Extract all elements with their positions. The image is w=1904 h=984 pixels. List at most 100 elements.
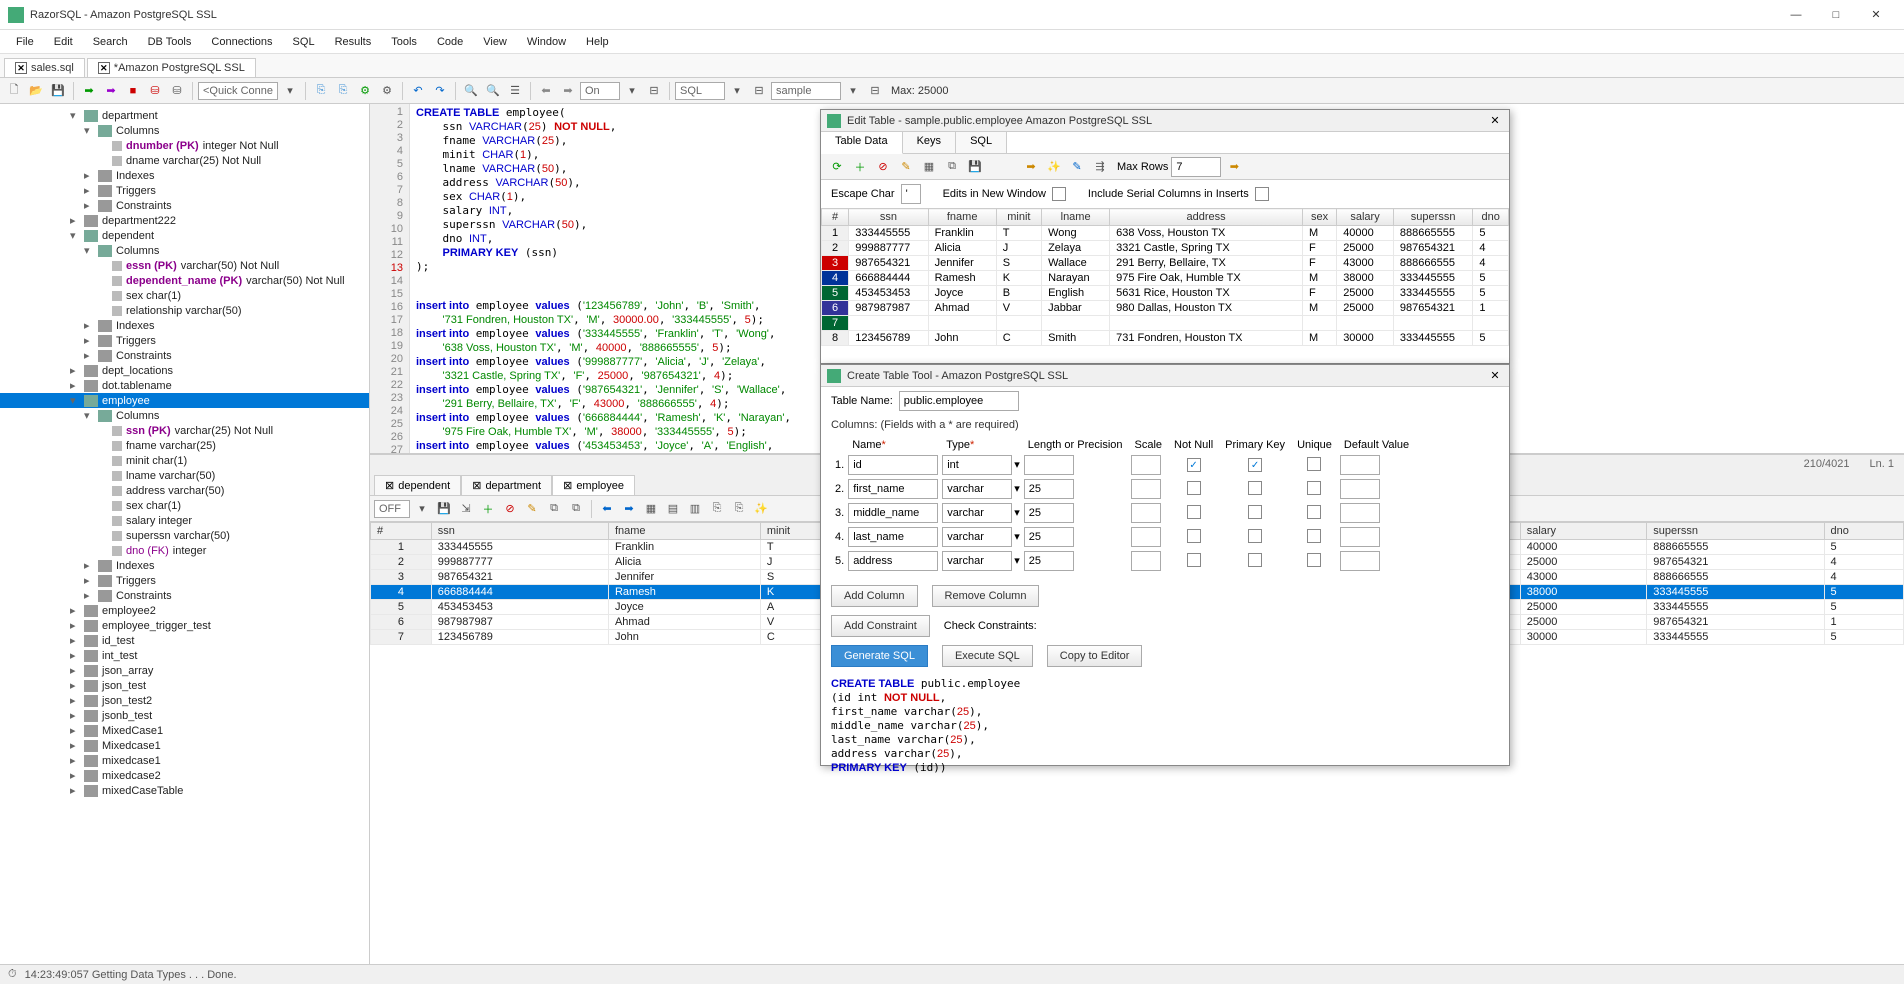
tree-item[interactable]: relationship varchar(50): [0, 303, 369, 318]
close-icon[interactable]: ✕: [1487, 113, 1503, 129]
column-header[interactable]: superssn: [1393, 209, 1472, 226]
tree-item[interactable]: address varchar(50): [0, 483, 369, 498]
table-row[interactable]: 6987987987AhmadVJabbar980 Dallas, Housto…: [822, 301, 1509, 316]
dropdown-icon[interactable]: ▾: [280, 81, 300, 101]
tree-toggle-icon[interactable]: ▸: [70, 724, 80, 737]
rt-export-icon[interactable]: ⇲: [456, 499, 476, 519]
length-input[interactable]: [1024, 455, 1074, 475]
column-name-input[interactable]: [848, 503, 938, 523]
tree-item[interactable]: dnumber (PK) integer Not Null: [0, 138, 369, 153]
table-row[interactable]: 4666884444RameshKNarayan975 Fire Oak, Hu…: [822, 271, 1509, 286]
tree-item[interactable]: salary integer: [0, 513, 369, 528]
create-table-dialog[interactable]: Create Table Tool - Amazon PostgreSQL SS…: [820, 364, 1510, 766]
table-cell[interactable]: 987987987: [849, 301, 928, 316]
table-cell[interactable]: T: [996, 226, 1041, 241]
tree-item[interactable]: ▸int_test: [0, 648, 369, 663]
tb-x3-icon[interactable]: ⊟: [865, 81, 885, 101]
db2-icon[interactable]: ⛁: [167, 81, 187, 101]
tree-toggle-icon[interactable]: ▸: [70, 754, 80, 767]
add-column-button[interactable]: Add Column: [831, 585, 918, 607]
table-cell[interactable]: Wong: [1042, 226, 1110, 241]
tree-item[interactable]: ▾dependent: [0, 228, 369, 243]
menu-file[interactable]: File: [6, 32, 44, 52]
table-cell[interactable]: 25000: [1337, 241, 1394, 256]
tree-toggle-icon[interactable]: ▸: [84, 169, 94, 182]
rt-link2-icon[interactable]: ⧉: [566, 499, 586, 519]
table-cell[interactable]: 453453453: [431, 600, 608, 615]
table-row[interactable]: 8123456789JohnCSmith731 Fondren, Houston…: [822, 331, 1509, 346]
rt-wand-icon[interactable]: ✨: [751, 499, 771, 519]
table-cell[interactable]: V: [996, 301, 1041, 316]
table-cell[interactable]: 1: [1824, 615, 1903, 630]
table-cell[interactable]: 25000: [1520, 615, 1647, 630]
column-header[interactable]: ssn: [849, 209, 928, 226]
dd3-icon[interactable]: ▾: [843, 81, 863, 101]
menu-sql[interactable]: SQL: [283, 32, 325, 52]
tree-item[interactable]: superssn varchar(50): [0, 528, 369, 543]
column-name-input[interactable]: [848, 455, 938, 475]
result-tab[interactable]: ⊠department: [461, 475, 552, 495]
table-cell[interactable]: English: [1042, 286, 1110, 301]
scale-input[interactable]: [1131, 503, 1161, 523]
table-cell[interactable]: 1: [1473, 301, 1509, 316]
tree-toggle-icon[interactable]: ▾: [84, 409, 94, 422]
table-cell[interactable]: 4: [1473, 241, 1509, 256]
column-header[interactable]: salary: [1520, 523, 1647, 540]
table-cell[interactable]: 333445555: [1393, 331, 1472, 346]
edit-table-dialog[interactable]: Edit Table - sample.public.employee Amaz…: [820, 109, 1510, 364]
table-cell[interactable]: 43000: [1520, 570, 1647, 585]
et-wand-icon[interactable]: ✨: [1044, 157, 1064, 177]
et-add-icon[interactable]: ＋: [850, 157, 870, 177]
table-cell[interactable]: 987654321: [849, 256, 928, 271]
table-cell[interactable]: John: [928, 331, 996, 346]
table-cell[interactable]: 5: [371, 600, 432, 615]
column-header[interactable]: salary: [1337, 209, 1394, 226]
table-cell[interactable]: C: [996, 331, 1041, 346]
escape-char-input[interactable]: [901, 184, 921, 204]
notnull-checkbox[interactable]: [1187, 553, 1201, 567]
column-header[interactable]: sex: [1303, 209, 1337, 226]
table-cell[interactable]: 888665555: [1647, 540, 1824, 555]
column-header[interactable]: fname: [928, 209, 996, 226]
table-cell[interactable]: 40000: [1337, 226, 1394, 241]
tree-toggle-icon[interactable]: ▾: [84, 124, 94, 137]
column-header[interactable]: fname: [608, 523, 760, 540]
table-cell[interactable]: 30000: [1520, 630, 1647, 645]
scale-input[interactable]: [1131, 527, 1161, 547]
tree-item[interactable]: ▾Columns: [0, 408, 369, 423]
table-cell[interactable]: [996, 316, 1041, 331]
tree-item[interactable]: ▸Indexes: [0, 558, 369, 573]
tree-toggle-icon[interactable]: ▸: [84, 334, 94, 347]
tree-toggle-icon[interactable]: ▸: [84, 184, 94, 197]
table-cell[interactable]: 888666555: [1393, 256, 1472, 271]
result-tab[interactable]: ⊠employee: [552, 475, 635, 495]
table-cell[interactable]: 333445555: [849, 226, 928, 241]
tree-item[interactable]: sex char(1): [0, 288, 369, 303]
length-input[interactable]: [1024, 551, 1074, 571]
table-cell[interactable]: 5: [1473, 286, 1509, 301]
table-cell[interactable]: 5: [1473, 226, 1509, 241]
table-cell[interactable]: 666884444: [431, 585, 608, 600]
table-cell[interactable]: 5: [1824, 540, 1903, 555]
menu-search[interactable]: Search: [83, 32, 138, 52]
table-cell[interactable]: F: [1303, 256, 1337, 271]
tree-toggle-icon[interactable]: ▸: [70, 679, 80, 692]
run-green-icon[interactable]: ➡: [79, 81, 99, 101]
tree-item[interactable]: ▸Indexes: [0, 318, 369, 333]
tree-item[interactable]: ▸Triggers: [0, 183, 369, 198]
table-cell[interactable]: S: [996, 256, 1041, 271]
tree-item[interactable]: sex char(1): [0, 498, 369, 513]
table-cell[interactable]: 888666555: [1647, 570, 1824, 585]
scale-input[interactable]: [1131, 551, 1161, 571]
generate-sql-button[interactable]: Generate SQL: [831, 645, 928, 667]
unique-checkbox[interactable]: [1307, 529, 1321, 543]
notnull-checkbox[interactable]: [1187, 505, 1201, 519]
column-type-select[interactable]: [942, 455, 1012, 475]
table-cell[interactable]: 333445555: [1393, 286, 1472, 301]
column-header[interactable]: dno: [1824, 523, 1903, 540]
db-icon[interactable]: ⛁: [145, 81, 165, 101]
table-cell[interactable]: Zelaya: [1042, 241, 1110, 256]
find3-icon[interactable]: ☰: [505, 81, 525, 101]
notnull-checkbox[interactable]: [1187, 481, 1201, 495]
table-cell[interactable]: 987654321: [1647, 615, 1824, 630]
